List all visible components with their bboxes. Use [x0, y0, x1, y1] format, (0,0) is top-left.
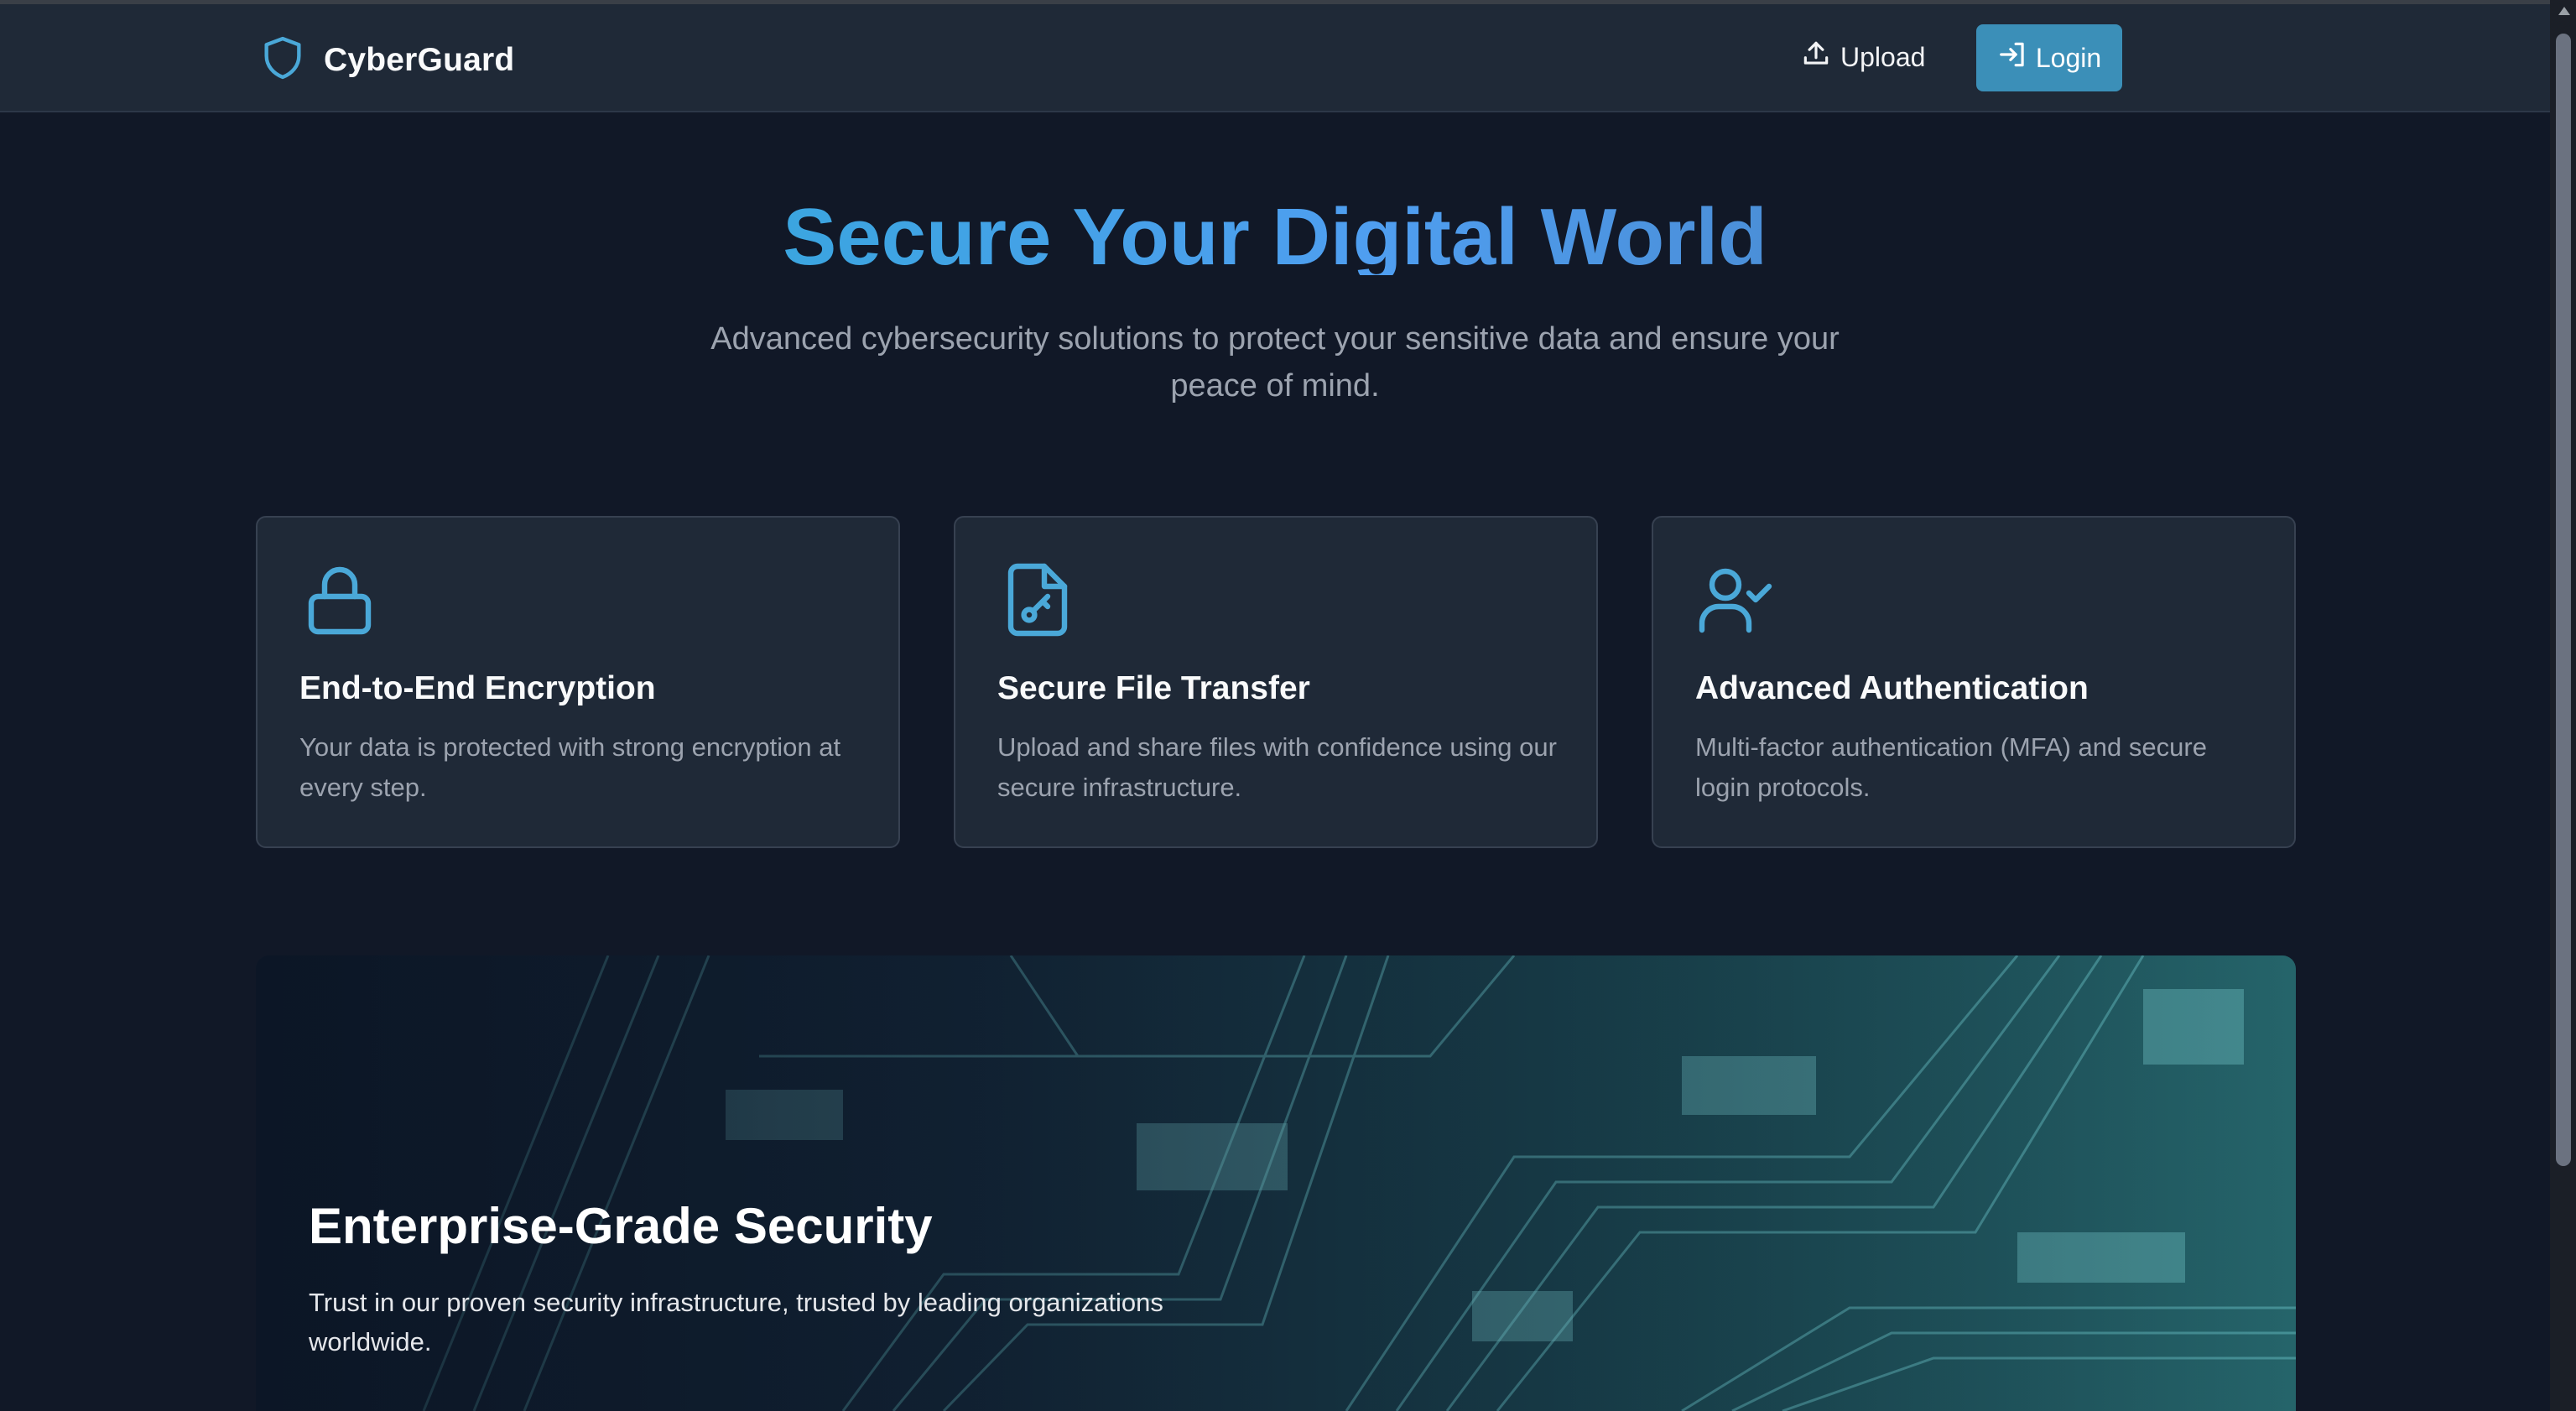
navbar: CyberGuard Upload Login: [0, 4, 2550, 112]
feature-card-authentication: Advanced Authentication Multi-factor aut…: [1652, 516, 2296, 848]
feature-description: Your data is protected with strong encry…: [299, 732, 841, 802]
feature-description: Multi-factor authentication (MFA) and se…: [1695, 732, 2207, 802]
scrollbar-thumb[interactable]: [2556, 34, 2571, 1166]
upload-button[interactable]: Upload: [1800, 38, 1925, 76]
login-icon: [1997, 39, 2036, 77]
brand-link[interactable]: CyberGuard: [258, 33, 514, 87]
feature-title: End-to-End Encryption: [299, 670, 656, 706]
feature-title: Secure File Transfer: [997, 670, 1310, 706]
login-label: Login: [2035, 42, 2102, 73]
user-check-icon: [1695, 560, 1776, 640]
scroll-up-arrow[interactable]: [2558, 7, 2570, 15]
enterprise-banner: Enterprise-Grade Security Trust in our p…: [256, 955, 2296, 1411]
feature-card-encryption: End-to-End Encryption Your data is prote…: [256, 516, 900, 848]
upload-label: Upload: [1840, 41, 1926, 72]
hero-title: Secure Your Digital World: [0, 191, 2550, 275]
feature-title: Advanced Authentication: [1695, 670, 2089, 706]
shield-icon: [258, 33, 307, 87]
login-button[interactable]: Login: [1976, 24, 2122, 91]
feature-description: Upload and share files with confidence u…: [997, 732, 1557, 802]
banner-description: Trust in our proven security infrastruct…: [309, 1288, 1163, 1356]
feature-card-file-transfer: Secure File Transfer Upload and share fi…: [954, 516, 1598, 848]
brand-name: CyberGuard: [324, 41, 515, 78]
banner-title: Enterprise-Grade Security: [309, 1198, 933, 1254]
lock-icon: [299, 560, 380, 640]
upload-icon: [1800, 38, 1840, 76]
hero-subtitle: Advanced cybersecurity solutions to prot…: [710, 321, 1840, 404]
file-key-icon: [997, 560, 1078, 640]
